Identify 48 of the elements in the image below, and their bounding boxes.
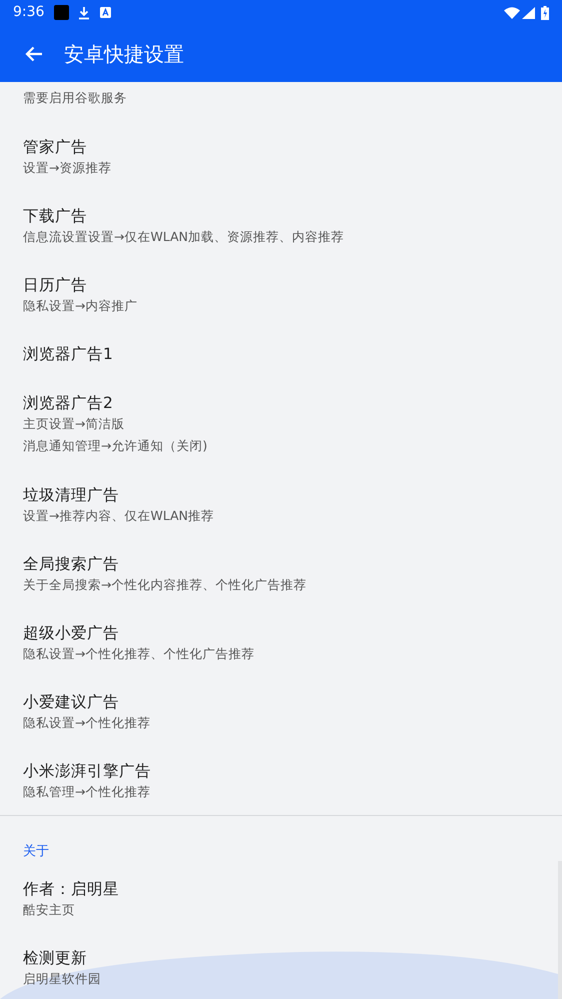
- settings-item[interactable]: 浏览器广告2 主页设置→简洁版 消息通知管理→允许通知（关闭): [0, 378, 562, 470]
- item-summary: 启明星软件园: [23, 970, 102, 988]
- item-summary: 隐私设置→个性化推荐、个性化广告推荐: [23, 644, 256, 662]
- signal-icon: [522, 6, 535, 18]
- item-summary: 关于全局搜索→个性化内容推荐、个性化广告推荐: [23, 576, 308, 594]
- battery-icon: [541, 6, 549, 20]
- item-title: 小爱建议广告: [23, 692, 120, 712]
- item-summary: 隐私设置→内容推广: [23, 296, 138, 314]
- settings-item[interactable]: 小爱建议广告 隐私设置→个性化推荐: [0, 677, 562, 746]
- item-summary: 消息通知管理→允许通知（关闭): [23, 436, 208, 454]
- item-summary: 设置→推荐内容、仅在WLAN推荐: [23, 506, 215, 524]
- settings-item[interactable]: 需要启用谷歌服务: [0, 82, 562, 122]
- settings-item[interactable]: 管家广告 设置→资源推荐: [0, 122, 562, 191]
- item-summary: 信息流设置设置→仅在WLAN加载、资源推荐、内容推荐: [23, 228, 345, 246]
- settings-item[interactable]: 浏览器广告1: [0, 329, 562, 378]
- item-title: 下载广告: [23, 206, 88, 226]
- item-summary: 需要启用谷歌服务: [23, 89, 128, 107]
- settings-item[interactable]: 垃圾清理广告 设置→推荐内容、仅在WLAN推荐: [0, 470, 562, 539]
- item-summary: 隐私管理→个性化推荐: [23, 782, 152, 800]
- item-summary: 主页设置→简洁版: [23, 414, 126, 432]
- item-title: 管家广告: [23, 136, 88, 158]
- item-title: 作者：启明星: [23, 878, 120, 900]
- app-icon: [100, 7, 112, 18]
- settings-item[interactable]: 全局搜索广告 关于全局搜索→个性化内容推荐、个性化广告推荐: [0, 539, 562, 608]
- section-header: 关于: [23, 844, 49, 859]
- item-title: 浏览器广告1: [23, 344, 114, 364]
- back-icon: [25, 46, 43, 62]
- settings-item[interactable]: 下载广告 信息流设置设置→仅在WLAN加载、资源推荐、内容推荐: [0, 191, 562, 260]
- item-summary: 设置→资源推荐: [23, 158, 112, 176]
- settings-item[interactable]: 作者：启明星 酷安主页: [0, 864, 562, 933]
- item-title: 检测更新: [23, 948, 88, 968]
- settings-item[interactable]: 小米澎湃引擎广告 隐私管理→个性化推荐: [0, 746, 562, 815]
- item-title: 小米澎湃引擎广告: [23, 760, 152, 782]
- download-icon: [78, 6, 90, 20]
- settings-item[interactable]: 超级小爱广告 隐私设置→个性化推荐、个性化广告推荐: [0, 608, 562, 677]
- status-time: 9:36: [13, 3, 44, 22]
- settings-item[interactable]: 日历广告 隐私设置→内容推广: [0, 260, 562, 329]
- item-summary: 隐私设置→个性化推荐: [23, 714, 152, 732]
- item-title: 全局搜索广告: [23, 554, 120, 574]
- notification-icon: [54, 5, 70, 20]
- wifi-icon: [504, 6, 520, 18]
- settings-item[interactable]: 检测更新 启明星软件园: [0, 933, 562, 999]
- item-title: 浏览器广告2: [23, 392, 114, 414]
- app-bar-title: 安卓快捷设置: [64, 40, 184, 68]
- item-title: 日历广告: [23, 274, 88, 296]
- item-summary: 酷安主页: [23, 900, 76, 918]
- item-title: 垃圾清理广告: [23, 484, 120, 506]
- item-title: 超级小爱广告: [23, 622, 120, 644]
